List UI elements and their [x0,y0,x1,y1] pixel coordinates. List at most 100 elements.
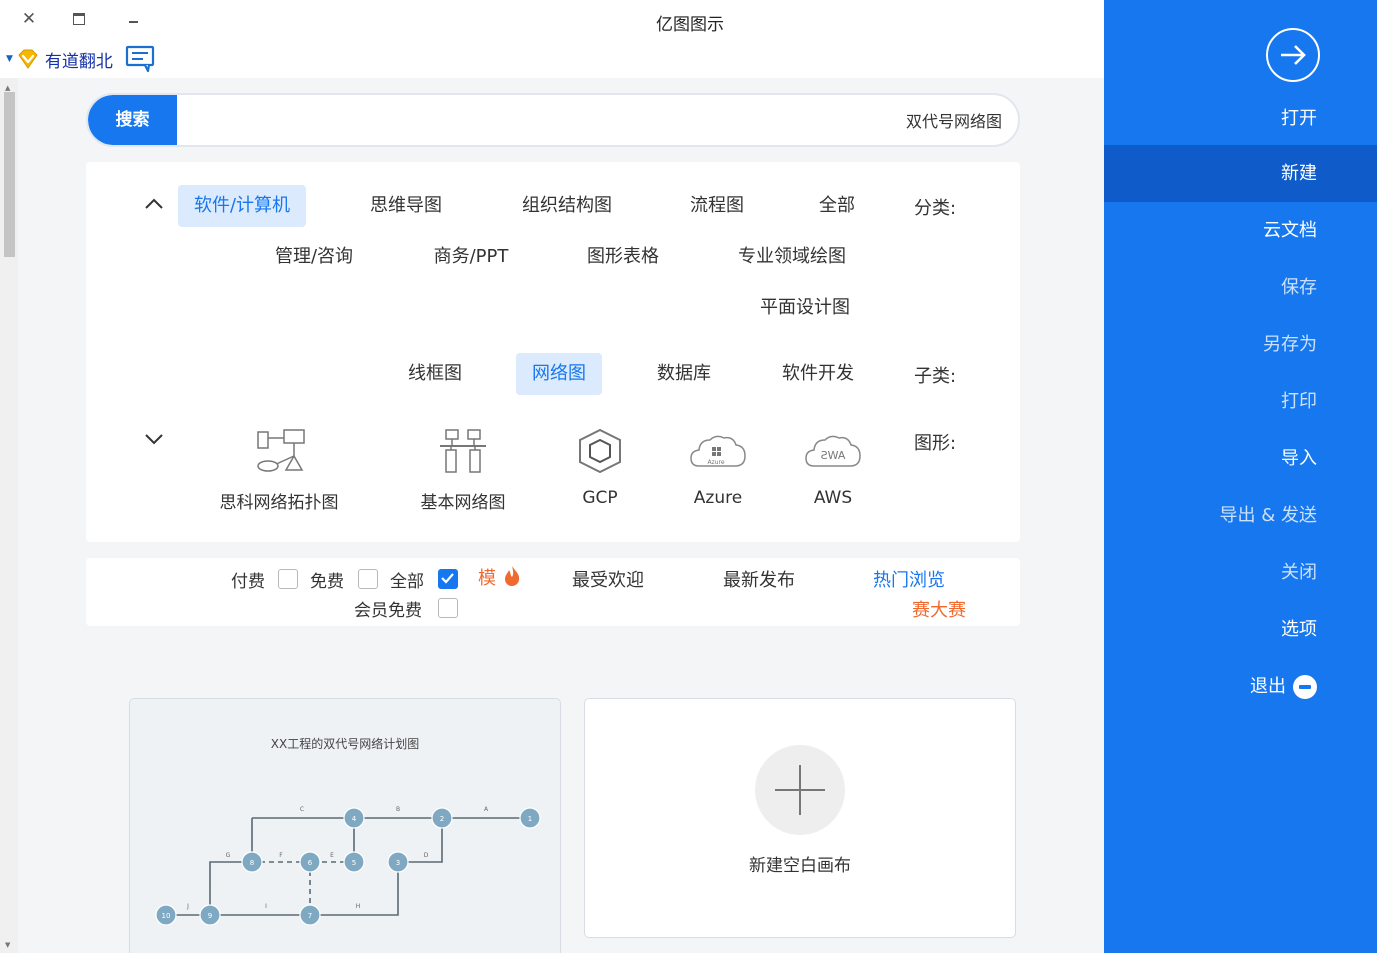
sidebar-label-close: 关闭 [1281,562,1317,583]
maximize-window-button[interactable] [67,8,91,30]
sidebar-item-save[interactable]: 保存 [1104,259,1377,316]
subcategory-chip-database[interactable]: 数据库 [641,353,727,395]
subcategory-chip-software-dev[interactable]: 软件开发 [766,353,870,395]
scrollbar-thumb[interactable] [4,92,15,257]
shape-item-cisco-topology[interactable]: 思科网络拓扑图 [194,422,364,513]
category-chip-graphic-table[interactable]: 图形表格 [571,236,675,278]
filter-paid-label: 付费 [231,572,265,592]
youdao-label: 有道翻北 [44,51,113,72]
sort-hot-browse[interactable]: 热门浏览 [873,566,945,592]
shape-row-label: 图形: [914,433,957,454]
node-label: 5 [352,859,356,867]
sidebar-label-print: 打印 [1281,391,1317,412]
edge-label: H [356,903,361,910]
node-label: 1 [528,815,532,823]
translate-chat-icon[interactable] [123,44,157,74]
close-window-button[interactable]: ✕ [17,8,41,30]
chevron-down-icon[interactable]: ▼ [6,54,13,64]
category-chip-all[interactable]: 全部 [803,185,871,227]
arrow-right-icon [1281,45,1306,65]
sort-newest[interactable]: 最新发布 [723,566,795,592]
sidebar-item-open[interactable]: 打开 [1104,90,1377,147]
filter-free-checkbox[interactable] [358,569,378,589]
add-canvas-button[interactable] [755,745,845,835]
checkmark-icon [441,573,454,584]
filter-paid-checkbox[interactable] [278,569,298,589]
sidebar-label-save-as: 另存为 [1263,334,1317,355]
node-label: 3 [396,859,400,867]
plus-icon [775,765,825,815]
template-search-bar: 搜索 [86,93,1020,147]
category-chip-mind-map[interactable]: 思维导图 [354,185,458,227]
sidebar-item-new[interactable]: 新建 [1104,145,1377,202]
basic-network-icon [440,429,486,473]
shape-item-basic-network[interactable]: 基本网络图 [378,422,548,513]
open-button[interactable] [1266,28,1320,82]
sidebar-item-print[interactable]: 打印 [1104,373,1377,430]
filter-all-checkbox[interactable] [438,569,458,589]
subcategory-chip-wireframe[interactable]: 线框图 [392,353,478,395]
youdao-translate-widget[interactable]: ▼ 有道翻北 [6,44,157,74]
node-label: 9 [208,912,212,920]
fire-icon [504,566,519,586]
edge-label: I [265,903,267,910]
category-chip-org-chart[interactable]: 组织结构图 [506,185,628,227]
contest-link[interactable]: 赛大赛 [912,596,966,622]
maximize-icon [73,13,85,25]
filter-panel: 分类: 全部 流程图 组织结构图 思维导图 软件/计算机 专业领域绘图 图形表格… [86,162,1020,542]
scroll-up-arrow-icon[interactable]: ▲ [5,84,10,92]
sort-filter-bar: 热门浏览 赛大赛 最新发布 最受欢迎 模 全部 免费 付费 会员免费 [86,558,1020,626]
sidebar-item-cloud-docs[interactable]: 云文档 [1104,202,1377,259]
edge-label: F [279,852,283,859]
title-bar: ✕ 亿图图示 [0,0,1104,40]
subcategory-row-label: 子类: [914,366,957,387]
scroll-down-arrow-icon[interactable]: ▼ [5,941,10,949]
category-chip-management[interactable]: 管理/咨询 [259,236,369,278]
hot-badge-label: 模 [478,568,496,589]
node-label: 4 [352,815,357,823]
sidebar-label-open: 打开 [1281,108,1317,129]
category-chip-graphic-design[interactable]: 平面设计图 [744,287,866,329]
search-input[interactable] [184,101,1002,139]
sidebar-item-close[interactable]: 关闭 [1104,544,1377,601]
edge-label: D [424,852,429,859]
vertical-scrollbar[interactable]: ▲ ▼ [0,78,18,953]
new-blank-canvas-card[interactable]: 新建空白画布 [584,698,1016,938]
sidebar-label-cloud-docs: 云文档 [1263,220,1317,241]
subcategory-chip-network[interactable]: 网络图 [516,353,602,395]
category-chip-business-ppt[interactable]: 商务/PPT [418,236,525,278]
category-chip-software-computer[interactable]: 软件/计算机 [177,185,307,227]
sidebar-label-exit: 退出 [1250,676,1286,697]
template-card[interactable]: XX工程的双代号网络计划图 A B C D E F G H I J 1 2 4 … [129,698,561,953]
sort-most-liked[interactable]: 最受欢迎 [572,566,644,592]
svg-text:AWS: AWS [821,449,846,462]
minimize-icon [128,21,138,23]
collapse-chevron-up-icon[interactable] [142,192,166,216]
sidebar-item-import[interactable]: 导入 [1104,430,1377,487]
sidebar-label-options: 选项 [1281,619,1317,640]
sidebar-item-exit[interactable]: 退出 [1104,658,1377,715]
edge-label: G [226,852,231,859]
node-label: 8 [250,859,254,867]
category-chip-flowchart[interactable]: 流程图 [674,185,760,227]
gcp-hexagon-icon [579,428,621,474]
azure-cloud-icon: Azure [690,435,746,467]
sidebar-item-save-as[interactable]: 另存为 [1104,316,1377,373]
node-label: 10 [162,912,171,920]
node-label: 7 [308,912,312,920]
sidebar-item-export-send[interactable]: 导出 & 发送 [1104,487,1377,544]
sidebar-item-options[interactable]: 选项 [1104,601,1377,658]
aws-cloud-icon: AWS [805,435,861,467]
network-diagram-thumbnail: A B C D E F G H I J 1 2 4 3 5 6 8 7 9 10 [155,806,541,926]
node-label: 2 [440,815,444,823]
filter-member-free-label: 会员免费 [354,601,422,621]
minus-circle-icon [1293,675,1317,699]
expand-chevron-down-icon[interactable] [142,427,166,451]
filter-member-free-checkbox[interactable] [438,598,458,618]
new-blank-canvas-label: 新建空白画布 [749,856,851,876]
edge-label: B [396,806,400,813]
minimize-window-button[interactable] [121,8,145,30]
category-chip-professional[interactable]: 专业领域绘图 [722,236,862,278]
sidebar-label-save: 保存 [1281,277,1317,298]
search-button[interactable]: 搜索 [88,95,177,145]
